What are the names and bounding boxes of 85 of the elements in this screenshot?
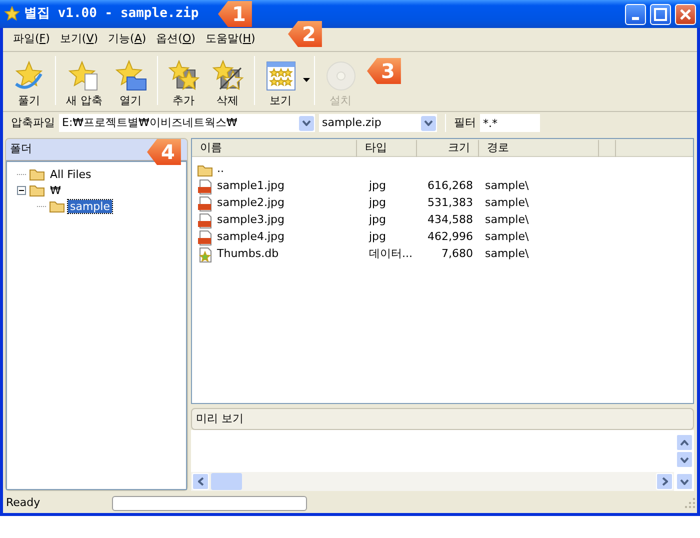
- database-file-icon: [197, 246, 213, 262]
- table-cell: 434,588: [428, 213, 473, 226]
- table-cell: 데이터...: [369, 247, 412, 260]
- open-icon: [114, 60, 146, 92]
- status-text: Ready: [6, 494, 42, 511]
- column-header[interactable]: 타입: [357, 140, 417, 157]
- file-name[interactable]: Thumbs.db: [217, 246, 279, 263]
- app-star-icon: [4, 6, 20, 22]
- menu-item[interactable]: 파일(F): [13, 31, 50, 48]
- file-name[interactable]: sample4.jpg: [217, 229, 285, 246]
- chevron-down-icon: [680, 456, 689, 462]
- chevron-left-icon: [198, 477, 204, 486]
- table-cell: sample\: [485, 196, 529, 210]
- scroll-down-button[interactable]: [676, 473, 693, 490]
- menu-item[interactable]: 기능(A): [108, 31, 146, 48]
- table-cell: 7,680: [442, 247, 473, 260]
- table-cell: 531,383: [428, 196, 473, 210]
- caret-icon: [302, 78, 310, 82]
- maximize-icon: [654, 8, 667, 20]
- filter-label: 필터: [454, 114, 476, 131]
- collapse-icon[interactable]: [17, 186, 26, 194]
- column-header[interactable]: 크기: [417, 140, 479, 157]
- chevron-up-icon: [680, 440, 689, 446]
- window-title: 별집 v1.00 - sample.zip: [24, 5, 199, 24]
- image-file-icon: [197, 196, 213, 212]
- minimize-icon: [632, 16, 639, 20]
- callout-badge: 2: [288, 21, 322, 47]
- callout-badge: 3: [367, 58, 401, 84]
- image-file-icon: [197, 178, 213, 194]
- file-name[interactable]: sample1.jpg: [217, 178, 285, 195]
- image-file-icon: [197, 212, 213, 228]
- filter-field[interactable]: *.*: [480, 114, 540, 132]
- toolbar-button[interactable]: 열기: [108, 60, 152, 107]
- scroll-thumb[interactable]: [211, 473, 242, 490]
- scroll-right-button[interactable]: [656, 473, 673, 490]
- column-header[interactable]: 이름: [192, 140, 357, 157]
- menu-item[interactable]: 옵션(O): [156, 31, 196, 48]
- path-combo[interactable]: E:₩프로젝트별₩이비즈네트웍스₩: [59, 114, 315, 132]
- chevron-down-icon: [680, 478, 689, 484]
- file-combo[interactable]: sample.zip: [319, 114, 437, 132]
- tree-item[interactable]: ₩: [48, 184, 63, 196]
- scroll-left-button[interactable]: [192, 473, 209, 490]
- chevron-down-icon: [424, 120, 433, 126]
- delete-icon: [212, 60, 244, 92]
- panel-title: 폴더: [10, 141, 32, 158]
- table-cell: sample\: [485, 213, 529, 226]
- tree-item[interactable]: sample: [68, 200, 112, 212]
- menu-item[interactable]: 도움말(H): [205, 31, 256, 48]
- maximize-button[interactable]: [650, 4, 671, 24]
- file-name[interactable]: sample2.jpg: [217, 195, 285, 212]
- table-cell: jpg: [369, 213, 386, 226]
- file-name[interactable]: sample3.jpg: [217, 212, 285, 229]
- resize-grip-icon[interactable]: [685, 498, 695, 508]
- scroll-down-button[interactable]: [676, 451, 693, 468]
- new-archive-icon: [68, 60, 100, 92]
- table-cell: jpg: [369, 179, 386, 192]
- file-name[interactable]: ..: [217, 161, 224, 178]
- close-icon: [680, 8, 691, 20]
- table-cell: jpg: [369, 230, 386, 244]
- archive-label: 압축파일: [11, 114, 55, 131]
- chevron-right-icon: [662, 477, 668, 486]
- table-cell: sample\: [485, 230, 529, 244]
- panel-title: 미리 보기: [196, 410, 244, 427]
- toolbar-button[interactable]: 풀기: [7, 60, 51, 107]
- toolbar-button[interactable]: 새 압축: [60, 60, 108, 107]
- tree-item[interactable]: All Files: [48, 168, 94, 180]
- table-cell: 462,996: [428, 230, 473, 244]
- table-cell: jpg: [369, 196, 386, 210]
- toolbar-button[interactable]: 추가: [162, 60, 206, 107]
- menu-item[interactable]: 보기(V): [60, 31, 98, 48]
- minimize-button[interactable]: [625, 4, 646, 24]
- table-cell: sample\: [485, 247, 529, 260]
- extract-icon: [13, 60, 45, 92]
- view-icon: [264, 60, 296, 92]
- close-button[interactable]: [675, 4, 696, 24]
- scroll-up-button[interactable]: [676, 434, 693, 451]
- table-cell: sample\: [485, 179, 529, 192]
- toolbar-button[interactable]: 보기: [258, 60, 302, 107]
- table-cell: 616,268: [428, 179, 473, 192]
- add-icon: [168, 60, 200, 92]
- chevron-down-icon: [302, 120, 311, 126]
- toolbar-button[interactable]: 삭제: [206, 60, 250, 107]
- column-header[interactable]: 경로: [479, 140, 599, 157]
- image-file-icon: [197, 230, 213, 246]
- disc-icon: [324, 60, 356, 92]
